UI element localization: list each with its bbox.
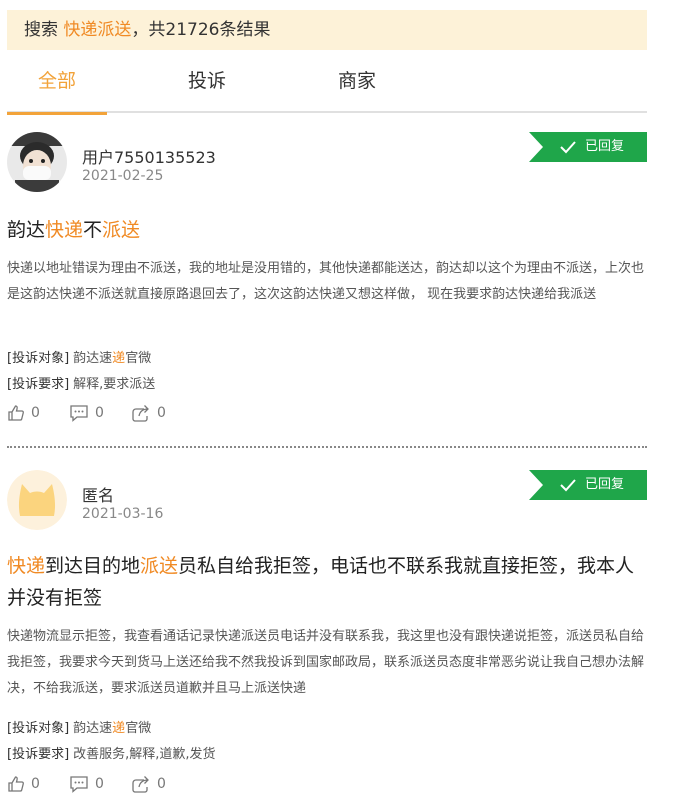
tab-merchants[interactable]: 商家	[307, 58, 407, 113]
search-prefix: 搜索	[24, 20, 64, 40]
replied-badge: 已回复	[529, 470, 647, 500]
check-icon	[560, 479, 576, 492]
user-avatar[interactable]	[7, 132, 67, 192]
comment-button[interactable]: 0	[69, 775, 104, 793]
card-divider	[7, 446, 647, 448]
title-highlight: 派送	[140, 555, 179, 577]
thumbs-up-icon	[8, 776, 24, 792]
like-count: 0	[31, 405, 40, 421]
complaint-target-highlight[interactable]: 递	[112, 351, 125, 366]
share-button[interactable]: 0	[131, 404, 166, 422]
title-text: 到达目的地	[45, 555, 141, 577]
comment-button[interactable]: 0	[69, 404, 104, 422]
complaint-target-name[interactable]: 韵达速	[73, 721, 112, 736]
title-highlight: 派送	[102, 219, 141, 241]
complaint-request: [投诉要求] 解释,要求派送	[7, 373, 155, 392]
comment-count: 0	[95, 405, 104, 421]
post-title[interactable]: 韵达快递不派送	[7, 214, 647, 246]
complaint-request-label: [投诉要求]	[7, 747, 70, 762]
user-avatar[interactable]	[7, 470, 67, 530]
complaint-request-value: 改善服务,解释,道歉,发货	[73, 747, 216, 762]
share-icon	[132, 776, 149, 793]
tab-complaints[interactable]: 投诉	[157, 58, 257, 113]
comment-icon	[70, 776, 88, 793]
complaint-target-name[interactable]: 韵达速	[73, 351, 112, 366]
search-keyword[interactable]: 快递派送	[63, 20, 131, 40]
child-with-mask-photo-icon	[7, 132, 67, 192]
post-title[interactable]: 快递到达目的地派送员私自给我拒签，电话也不联系我就直接拒签，我本人并没有拒签	[7, 550, 647, 614]
title-highlight: 快递	[45, 219, 84, 241]
search-count: ，共21726条结果	[131, 20, 271, 40]
post-date: 2021-02-25	[82, 168, 164, 184]
anonymous-cat-icon	[7, 470, 67, 530]
like-button[interactable]: 0	[7, 775, 40, 793]
check-icon	[560, 141, 576, 154]
post-date: 2021-03-16	[82, 506, 164, 522]
filter-tabs: 全部 投诉 商家	[7, 58, 647, 115]
complaint-target: [投诉对象] 韵达速递官微	[7, 347, 151, 366]
share-count: 0	[157, 776, 166, 792]
complaint-request-label: [投诉要求]	[7, 377, 70, 392]
complaint-target-highlight[interactable]: 递	[112, 721, 125, 736]
replied-label: 已回复	[585, 139, 625, 154]
tab-all[interactable]: 全部	[7, 58, 107, 115]
search-result-banner: 搜索 快递派送，共21726条结果	[7, 10, 647, 50]
complaint-target-name[interactable]: 官微	[125, 721, 151, 736]
like-count: 0	[31, 776, 40, 792]
complaint-target-label: [投诉对象]	[7, 351, 70, 366]
like-button[interactable]: 0	[7, 404, 40, 422]
complaint-target-name[interactable]: 官微	[125, 351, 151, 366]
share-icon	[132, 405, 149, 422]
share-count: 0	[157, 405, 166, 421]
comment-icon	[70, 405, 88, 422]
post-description[interactable]: 快递物流显示拒签，我查看通话记录快递派送员电话并没有联系我，我这里也没有跟快递说…	[7, 624, 647, 702]
complaint-request-value: 解释,要求派送	[73, 377, 156, 392]
complaint-request: [投诉要求] 改善服务,解释,道歉,发货	[7, 743, 216, 762]
replied-label: 已回复	[585, 477, 625, 492]
replied-badge: 已回复	[529, 132, 647, 162]
title-highlight: 快递	[7, 555, 46, 577]
complaint-target: [投诉对象] 韵达速递官微	[7, 717, 151, 736]
user-name[interactable]: 匿名	[82, 482, 114, 506]
title-text: 韵达	[7, 219, 46, 241]
comment-count: 0	[95, 776, 104, 792]
thumbs-up-icon	[8, 405, 24, 421]
title-text: 不	[83, 219, 103, 241]
share-button[interactable]: 0	[131, 775, 166, 793]
complaint-target-label: [投诉对象]	[7, 721, 70, 736]
user-name[interactable]: 用户7550135523	[82, 144, 216, 168]
post-description[interactable]: 快递以地址错误为理由不派送，我的地址是没用错的，其他快递都能送达，韵达却以这个为…	[7, 256, 647, 308]
